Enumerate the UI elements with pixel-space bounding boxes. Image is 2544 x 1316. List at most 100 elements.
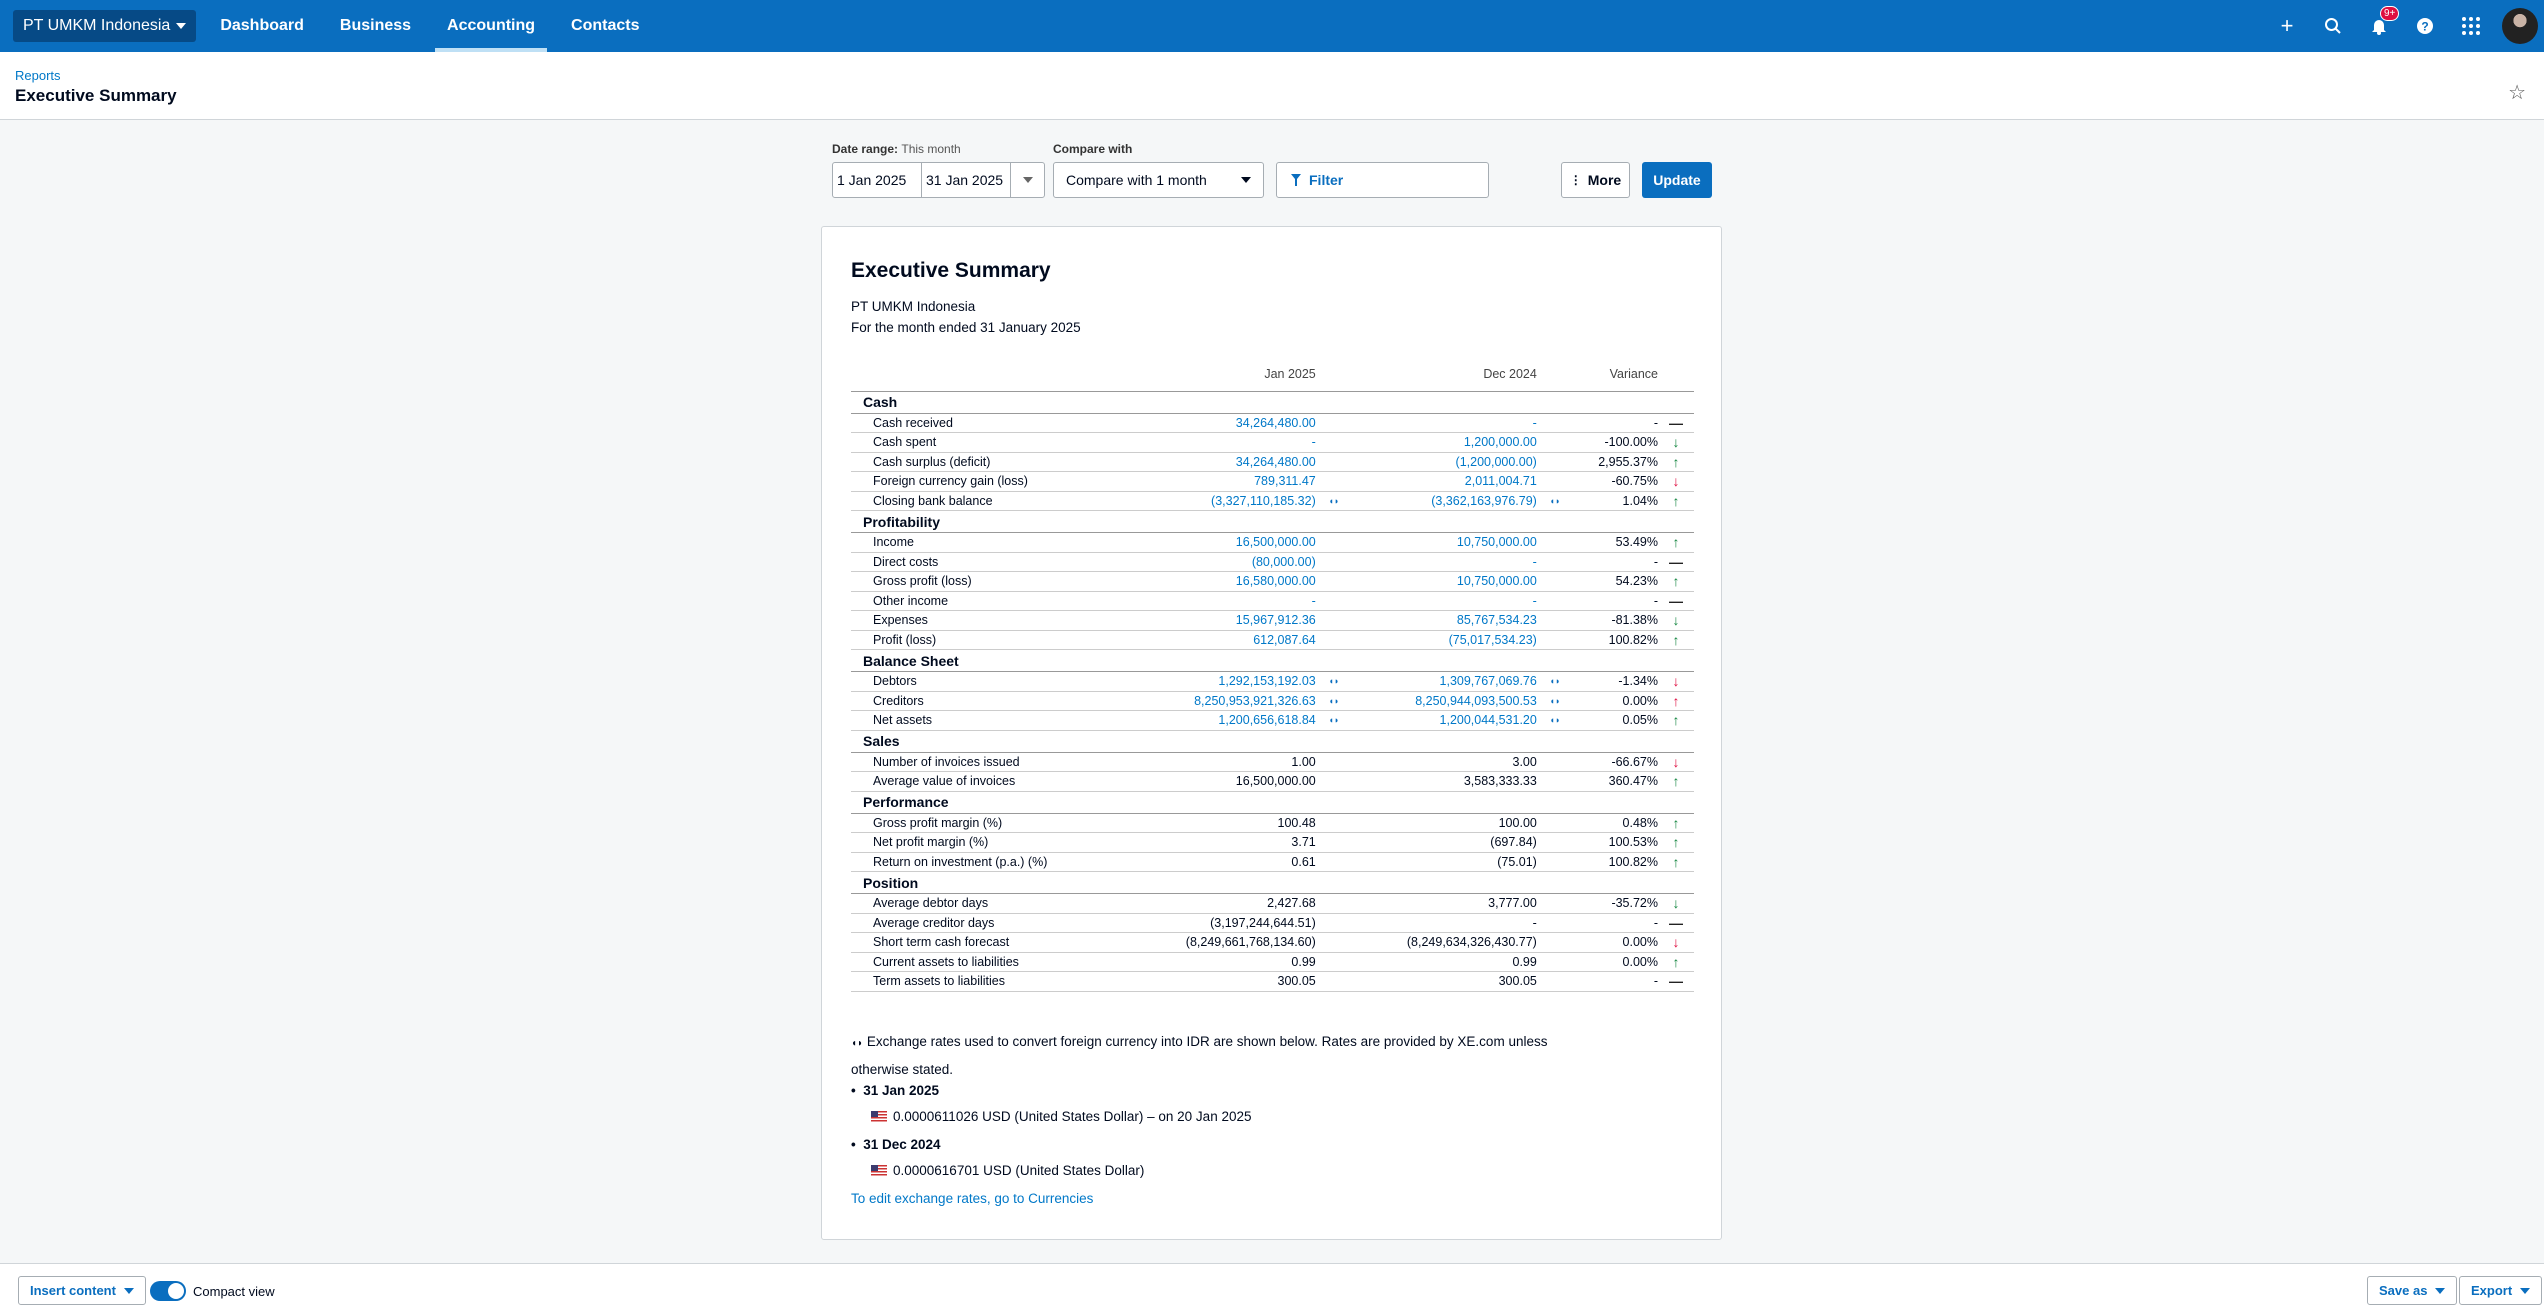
table-row: Cash received 34,264,480.00 - - — xyxy=(851,413,1694,433)
jan-value[interactable]: 34,264,480.00 xyxy=(1130,452,1316,472)
section-balance-sheet: Balance Sheet xyxy=(851,649,1694,672)
breadcrumb-reports[interactable]: Reports xyxy=(15,68,61,83)
table-row: Average creditor days (3,197,244,644.51)… xyxy=(851,913,1694,933)
dec-value[interactable]: 10,750,000.00 xyxy=(1351,571,1537,592)
save-as-button[interactable]: Save as xyxy=(2367,1276,2458,1305)
row-label: Net profit margin (%) xyxy=(851,832,1131,853)
jan-value[interactable]: (80,000.00) xyxy=(1130,552,1316,572)
jan-value[interactable]: 16,500,000.00 xyxy=(1130,532,1316,553)
nav-business[interactable]: Business xyxy=(328,0,423,52)
filter-button[interactable]: Filter xyxy=(1276,162,1489,198)
dec-value[interactable]: (75,017,534.23) xyxy=(1351,630,1537,650)
section-sales: Sales xyxy=(851,730,1694,753)
dec-value[interactable]: 1,200,000.00 xyxy=(1351,432,1537,453)
row-label: Other income xyxy=(851,591,1131,611)
to-date-input[interactable]: 31 Jan 2025 xyxy=(922,163,1011,197)
variance-value: -81.38% xyxy=(1572,610,1658,631)
fx-rate-icon: ◖◗ xyxy=(1549,695,1561,706)
apps-grid-icon[interactable] xyxy=(2448,0,2494,52)
jan-value[interactable]: 1,292,153,192.03 xyxy=(1130,671,1316,692)
export-button[interactable]: Export xyxy=(2459,1276,2543,1305)
org-switcher[interactable]: PT UMKM Indonesia xyxy=(13,10,197,42)
fx-rate-icon: ◖◗ xyxy=(1328,715,1340,726)
row-label: Direct costs xyxy=(851,552,1131,572)
jan-value[interactable]: (3,327,110,185.32) xyxy=(1130,491,1316,511)
jan-value[interactable]: 15,967,912.36 xyxy=(1130,610,1316,631)
fx-rate-icon: ◖◗ xyxy=(1328,676,1340,687)
compact-view-toggle[interactable] xyxy=(150,1281,186,1301)
chevron-down-icon xyxy=(2435,1287,2446,1294)
filter-icon xyxy=(1291,174,1301,186)
row-label: Closing bank balance xyxy=(851,491,1131,511)
nav-contacts[interactable]: Contacts xyxy=(559,0,651,52)
jan-value[interactable]: 612,087.64 xyxy=(1130,630,1316,650)
star-icon[interactable]: ☆ xyxy=(2508,80,2526,105)
update-button[interactable]: Update xyxy=(1642,162,1712,198)
dec-value[interactable]: 1,200,044,531.20 xyxy=(1351,710,1537,731)
report-title: Executive Summary xyxy=(851,259,1051,282)
trend-down-icon: ↓ xyxy=(1658,471,1694,492)
dec-value[interactable]: - xyxy=(1351,552,1537,572)
variance-value: - xyxy=(1572,913,1658,933)
more-button[interactable]: ⋮ More xyxy=(1561,162,1630,198)
jan-value[interactable]: - xyxy=(1130,591,1316,611)
compare-select[interactable]: Compare with 1 month xyxy=(1053,162,1264,198)
variance-value: -66.67% xyxy=(1572,752,1658,772)
dec-value[interactable]: 2,011,004.71 xyxy=(1351,471,1537,492)
variance-value: - xyxy=(1572,552,1658,572)
search-icon[interactable] xyxy=(2310,0,2356,52)
from-date-input[interactable]: 1 Jan 2025 xyxy=(833,163,922,197)
dec-value[interactable]: - xyxy=(1351,413,1537,433)
dec-value[interactable]: 1,309,767,069.76 xyxy=(1351,671,1537,692)
dec-value[interactable]: - xyxy=(1351,591,1537,611)
fx-rate-icon: ◖◗ xyxy=(851,1038,864,1049)
table-row: Creditors 8,250,953,921,326.63 ◖◗ 8,250,… xyxy=(851,691,1694,711)
dec-value[interactable]: 10,750,000.00 xyxy=(1351,532,1537,553)
date-range-dropdown[interactable] xyxy=(1011,177,1044,183)
variance-value: 0.05% xyxy=(1572,710,1658,731)
edit-exchange-rates-link[interactable]: To edit exchange rates, go to Currencies xyxy=(851,1191,1093,1206)
jan-value[interactable]: 8,250,953,921,326.63 xyxy=(1130,691,1316,711)
table-row: Net assets 1,200,656,618.84 ◖◗ 1,200,044… xyxy=(851,710,1694,731)
table-row: Net profit margin (%) 3.71 (697.84) 100.… xyxy=(851,832,1694,853)
trend-flat-icon: — xyxy=(1658,591,1694,611)
compare-label: Compare with xyxy=(1053,142,1133,156)
trend-up-icon: ↑ xyxy=(1658,691,1694,711)
trend-flat-icon: — xyxy=(1658,971,1694,992)
table-row: Profit (loss) 612,087.64 (75,017,534.23)… xyxy=(851,630,1694,650)
dec-value[interactable]: 85,767,534.23 xyxy=(1351,610,1537,631)
variance-value: -60.75% xyxy=(1572,471,1658,492)
table-row: Return on investment (p.a.) (%) 0.61 (75… xyxy=(851,852,1694,872)
table-row: Short term cash forecast (8,249,661,768,… xyxy=(851,932,1694,953)
row-label: Income xyxy=(851,532,1131,553)
row-label: Average debtor days xyxy=(851,893,1131,914)
insert-content-button[interactable]: Insert content xyxy=(18,1276,146,1305)
dec-value[interactable]: (1,200,000.00) xyxy=(1351,452,1537,472)
section-title: Cash xyxy=(851,391,1694,414)
page-title: Executive Summary xyxy=(15,86,177,105)
nav-dashboard[interactable]: Dashboard xyxy=(208,0,316,52)
dec-value[interactable]: 8,250,944,093,500.53 xyxy=(1351,691,1537,711)
section-cash: Cash xyxy=(851,391,1694,414)
jan-value: 100.48 xyxy=(1130,813,1316,833)
jan-value[interactable]: 789,311.47 xyxy=(1130,471,1316,492)
avatar[interactable] xyxy=(2502,8,2538,44)
dec-value[interactable]: (3,362,163,976.79) xyxy=(1351,491,1537,511)
jan-value[interactable]: 16,580,000.00 xyxy=(1130,571,1316,592)
nav-accounting[interactable]: Accounting xyxy=(435,0,548,52)
trend-up-icon: ↑ xyxy=(1658,952,1694,972)
fx-rate-icon: ◖◗ xyxy=(1549,495,1561,506)
filter-label: Filter xyxy=(1309,172,1344,188)
bottom-bar: Insert content Compact view Save as Expo… xyxy=(0,1263,2544,1316)
jan-value[interactable]: 34,264,480.00 xyxy=(1130,413,1316,433)
variance-value: 53.49% xyxy=(1572,532,1658,553)
bell-icon[interactable]: 9+ xyxy=(2356,0,2402,52)
section-position: Position xyxy=(851,871,1694,894)
plus-icon[interactable]: + xyxy=(2264,0,2310,52)
jan-value[interactable]: - xyxy=(1130,432,1316,453)
report-period: For the month ended 31 January 2025 xyxy=(851,320,1081,335)
help-icon[interactable]: ? xyxy=(2402,0,2448,52)
jan-value[interactable]: 1,200,656,618.84 xyxy=(1130,710,1316,731)
top-nav: PT UMKM Indonesia Dashboard Business Acc… xyxy=(0,0,2544,52)
fx-rate-icon: ◖◗ xyxy=(1328,495,1340,506)
